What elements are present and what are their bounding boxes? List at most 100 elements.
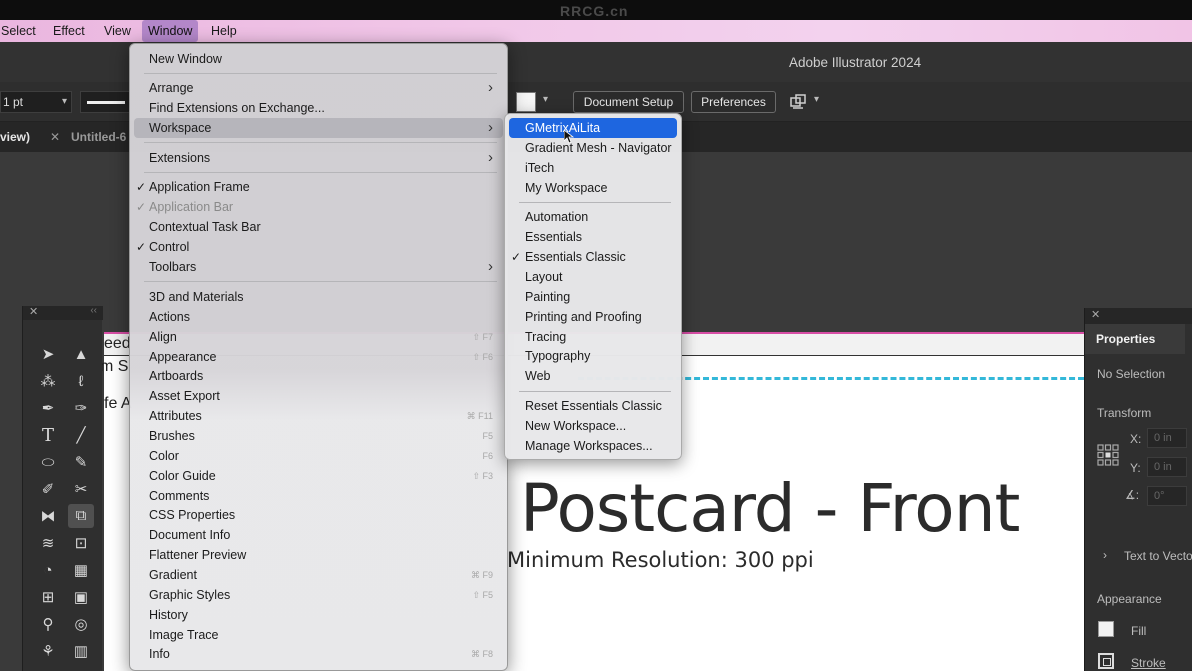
chevron-down-icon[interactable]: ▾ bbox=[814, 94, 819, 105]
perspective-grid-tool-icon[interactable]: ▦ bbox=[68, 559, 94, 583]
postcard-subtitle[interactable]: Minimum Resolution: 300 ppi bbox=[507, 548, 814, 572]
menu-select[interactable]: Select bbox=[0, 20, 42, 42]
reflect-tool-icon[interactable]: ⧓ bbox=[35, 505, 61, 529]
warp-tool-icon[interactable]: ≋ bbox=[35, 532, 61, 556]
workspace-item-automation[interactable]: Automation bbox=[509, 207, 677, 227]
scale-tool-icon[interactable]: ⧉ bbox=[68, 504, 94, 528]
rotate-field[interactable]: 0° bbox=[1147, 486, 1187, 506]
menu-item-image-trace[interactable]: Image Trace bbox=[134, 625, 503, 645]
workspace-item-reset-essentials-classic[interactable]: Reset Essentials Classic bbox=[509, 396, 677, 416]
column-graph-tool-icon[interactable]: ▥ bbox=[68, 640, 94, 664]
menu-view[interactable]: View bbox=[98, 20, 137, 42]
menu-item-3d-and-materials[interactable]: 3D and Materials bbox=[134, 287, 503, 307]
pencil-tool-icon[interactable]: ✐ bbox=[35, 478, 61, 502]
workspace-item-gradient-mesh-navigator[interactable]: Gradient Mesh - Navigator bbox=[509, 138, 677, 158]
menu-item-artboards[interactable]: Artboards bbox=[134, 366, 503, 386]
workspace-item-gmetrixailita[interactable]: GMetrixAiLita bbox=[509, 118, 677, 138]
fill-label[interactable]: Fill bbox=[1131, 624, 1146, 638]
mesh-tool-icon[interactable]: ⊞ bbox=[35, 586, 61, 610]
menu-item-find-extensions[interactable]: Find Extensions on Exchange... bbox=[134, 98, 503, 118]
workspace-item-painting[interactable]: Painting bbox=[509, 287, 677, 307]
stroke-weight-field[interactable]: 1 pt ▾ bbox=[0, 91, 72, 113]
menu-item-arrange[interactable]: Arrange › bbox=[134, 78, 503, 98]
menu-item-brushes[interactable]: Brushes F5 bbox=[134, 426, 503, 446]
workspace-item-manage-workspaces[interactable]: Manage Workspaces... bbox=[509, 436, 677, 456]
menu-item-contextual-task-bar[interactable]: Contextual Task Bar bbox=[134, 217, 503, 237]
menu-item-gradient[interactable]: Gradient ⌘ F9 bbox=[134, 565, 503, 585]
menu-item-info[interactable]: Info ⌘ F8 bbox=[134, 644, 503, 664]
fill-swatch[interactable] bbox=[1098, 621, 1114, 637]
workspace-item-web[interactable]: Web bbox=[509, 366, 677, 386]
lasso-tool-icon[interactable]: ℓ bbox=[68, 370, 94, 394]
workspace-item-essentials-classic[interactable]: ✓ Essentials Classic bbox=[509, 247, 677, 267]
menu-effect[interactable]: Effect bbox=[47, 20, 91, 42]
ellipse-tool-icon[interactable]: ⬭ bbox=[35, 451, 61, 475]
menu-item-application-frame[interactable]: ✓ Application Frame bbox=[134, 177, 503, 197]
menu-help[interactable]: Help bbox=[205, 20, 243, 42]
y-field[interactable]: 0 in bbox=[1147, 457, 1187, 477]
symbol-sprayer-tool-icon[interactable]: ⚘ bbox=[35, 640, 61, 664]
document-tab-active[interactable]: view) bbox=[0, 122, 30, 152]
menu-item-css-properties[interactable]: CSS Properties bbox=[134, 505, 503, 525]
menu-window[interactable]: Window bbox=[142, 20, 199, 42]
shaper-tool-icon[interactable]: ✎ bbox=[68, 451, 94, 475]
x-field[interactable]: 0 in bbox=[1147, 428, 1187, 448]
menu-item-color[interactable]: Color F6 bbox=[134, 446, 503, 466]
text-to-vector-button[interactable]: Text to Vecto bbox=[1124, 549, 1192, 563]
line-tool-icon[interactable]: ╱ bbox=[68, 424, 94, 448]
type-tool-icon[interactable]: T bbox=[35, 424, 61, 448]
close-icon[interactable]: ✕ bbox=[50, 122, 60, 152]
menu-item-color-guide[interactable]: Color Guide ⇧ F3 bbox=[134, 466, 503, 486]
menu-item-attributes[interactable]: Attributes ⌘ F11 bbox=[134, 406, 503, 426]
eyedropper-tool-icon[interactable]: ⚲ bbox=[35, 613, 61, 637]
menu-item-actions[interactable]: Actions bbox=[134, 307, 503, 327]
selection-tool-icon[interactable]: ➤ bbox=[35, 343, 61, 367]
menu-item-new-window[interactable]: New Window bbox=[134, 49, 503, 69]
chevron-right-icon[interactable]: › bbox=[1103, 548, 1107, 562]
document-setup-button[interactable]: Document Setup bbox=[573, 91, 684, 113]
close-icon[interactable]: ✕ bbox=[29, 305, 38, 318]
preferences-button[interactable]: Preferences bbox=[691, 91, 776, 113]
workspace-item-itech[interactable]: iTech bbox=[509, 158, 677, 178]
magic-wand-tool-icon[interactable]: ⁂ bbox=[35, 370, 61, 394]
collapse-icon[interactable]: ‹‹ bbox=[90, 305, 97, 316]
free-transform-tool-icon[interactable]: ⊡ bbox=[68, 532, 94, 556]
close-icon[interactable]: ✕ bbox=[1091, 308, 1100, 321]
workspace-item-typography[interactable]: Typography bbox=[509, 346, 677, 366]
workspace-item-printing-and-proofing[interactable]: Printing and Proofing bbox=[509, 307, 677, 327]
properties-tab[interactable]: Properties bbox=[1085, 324, 1185, 354]
menu-item-align[interactable]: Align ⇧ F7 bbox=[134, 327, 503, 347]
direct-selection-tool-icon[interactable]: ▲ bbox=[68, 343, 94, 367]
style-swatch[interactable] bbox=[516, 92, 536, 112]
workspace-item-new-workspace[interactable]: New Workspace... bbox=[509, 416, 677, 436]
pen-tool-icon[interactable]: ✒ bbox=[35, 397, 61, 421]
workspace-item-tracing[interactable]: Tracing bbox=[509, 327, 677, 347]
menu-item-toolbars[interactable]: Toolbars › bbox=[134, 257, 503, 277]
workspace-item-essentials[interactable]: Essentials bbox=[509, 227, 677, 247]
menu-item-document-info[interactable]: Document Info bbox=[134, 525, 503, 545]
chevron-down-icon[interactable]: ▾ bbox=[543, 94, 548, 105]
menu-item-history[interactable]: History bbox=[134, 605, 503, 625]
menu-item-flattener-preview[interactable]: Flattener Preview bbox=[134, 545, 503, 565]
reference-point-icon[interactable] bbox=[1097, 444, 1119, 466]
workspace-item-layout[interactable]: Layout bbox=[509, 267, 677, 287]
shape-builder-tool-icon[interactable]: ◔ bbox=[35, 559, 61, 583]
blend-tool-icon[interactable]: ◎ bbox=[68, 613, 94, 637]
scissors-tool-icon[interactable]: ✂ bbox=[68, 478, 94, 502]
stroke-label[interactable]: Stroke bbox=[1131, 656, 1166, 670]
chevron-down-icon[interactable]: ▾ bbox=[62, 92, 67, 112]
curvature-tool-icon[interactable]: ✑ bbox=[68, 397, 94, 421]
gradient-tool-icon[interactable]: ▣ bbox=[68, 586, 94, 610]
stroke-swatch[interactable] bbox=[1098, 653, 1114, 669]
menu-item-extensions[interactable]: Extensions › bbox=[134, 148, 503, 168]
stroke-profile-preview[interactable] bbox=[80, 91, 130, 113]
menu-item-asset-export[interactable]: Asset Export bbox=[134, 386, 503, 406]
document-tab-untitled[interactable]: Untitled-6 bbox=[71, 122, 126, 152]
arrange-documents-icon[interactable] bbox=[789, 93, 807, 111]
menu-item-appearance[interactable]: Appearance ⇧ F6 bbox=[134, 347, 503, 367]
menu-item-workspace[interactable]: Workspace › bbox=[134, 118, 503, 138]
workspace-item-my-workspace[interactable]: My Workspace bbox=[509, 178, 677, 198]
menu-item-graphic-styles[interactable]: Graphic Styles ⇧ F5 bbox=[134, 585, 503, 605]
postcard-title[interactable]: Postcard - Front bbox=[520, 470, 1020, 547]
menu-item-control[interactable]: ✓ Control bbox=[134, 237, 503, 257]
